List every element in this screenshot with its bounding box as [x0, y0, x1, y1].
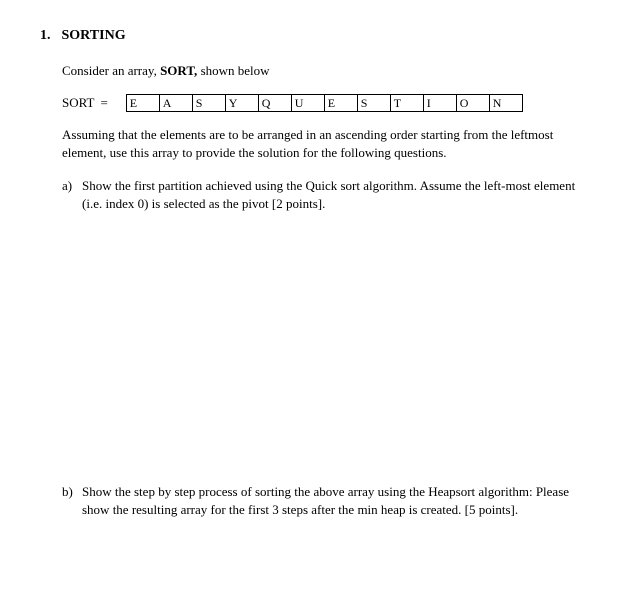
section-number: 1. — [40, 28, 58, 44]
array-cell: N — [489, 94, 523, 112]
array-cell: E — [324, 94, 358, 112]
section-heading: 1. SORTING — [40, 28, 589, 44]
intro-array-name: SORT, — [160, 63, 197, 78]
question-b: b) Show the step by step process of sort… — [62, 483, 589, 519]
array-cell: I — [423, 94, 457, 112]
array-cell: Y — [225, 94, 259, 112]
array-cell: A — [159, 94, 193, 112]
intro-suffix: shown below — [197, 63, 269, 78]
array-cell: S — [357, 94, 391, 112]
array-cell: O — [456, 94, 490, 112]
answer-space-a — [40, 213, 589, 483]
section-title-text: SORTING — [62, 28, 126, 43]
question-b-marker: b) — [62, 483, 82, 519]
array-cell: T — [390, 94, 424, 112]
intro-prefix: Consider an array, — [62, 63, 160, 78]
question-a: a) Show the first partition achieved usi… — [62, 177, 589, 213]
array-cell: U — [291, 94, 325, 112]
question-b-text: Show the step by step process of sorting… — [82, 483, 589, 519]
question-a-marker: a) — [62, 177, 82, 213]
document-page: 1. SORTING Consider an array, SORT, show… — [0, 0, 629, 539]
array-cell: E — [126, 94, 160, 112]
array-label: SORT — [62, 95, 94, 111]
array-cell: S — [192, 94, 226, 112]
intro-line: Consider an array, SORT, shown below — [62, 62, 589, 80]
equals-sign: = — [100, 95, 107, 111]
question-a-text: Show the first partition achieved using … — [82, 177, 589, 213]
assumption-text: Assuming that the elements are to be arr… — [62, 126, 589, 162]
array-cells: E A S Y Q U E S T I O N — [126, 94, 523, 112]
array-row: SORT = E A S Y Q U E S T I O N — [62, 94, 589, 112]
array-cell: Q — [258, 94, 292, 112]
